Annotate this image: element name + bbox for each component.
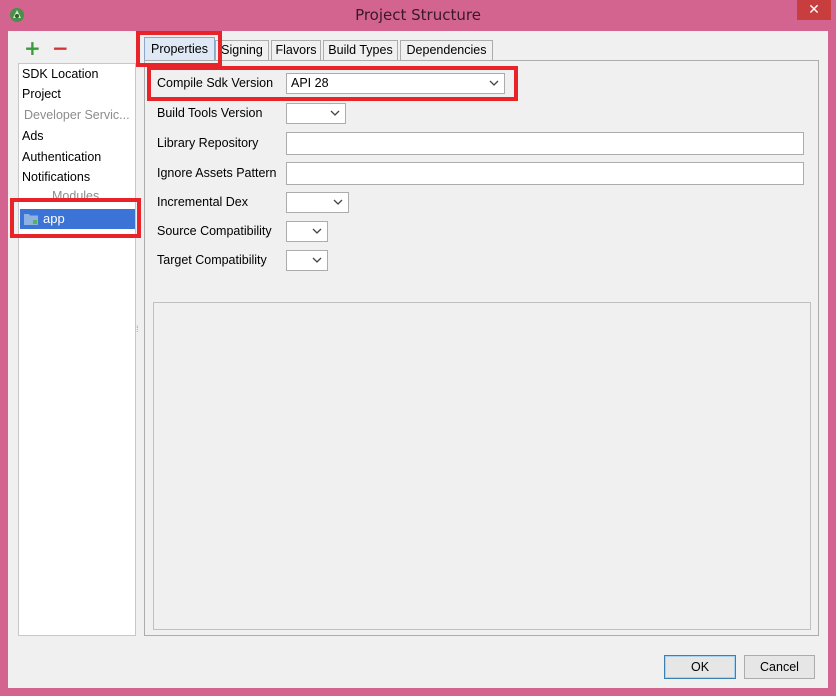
sidebar-item-sdk-location[interactable]: SDK Location — [22, 67, 98, 81]
cancel-button[interactable]: Cancel — [744, 655, 815, 679]
close-button[interactable]: ✕ — [797, 0, 831, 20]
tab-signing[interactable]: Signing — [215, 40, 269, 61]
sidebar-list: SDK Location Project Developer Servic...… — [18, 63, 136, 636]
chevron-down-icon — [333, 199, 343, 205]
sidebar-item-notifications[interactable]: Notifications — [22, 170, 90, 184]
tab-flavors[interactable]: Flavors — [271, 40, 321, 61]
library-repository-label: Library Repository — [157, 136, 259, 150]
ignore-assets-pattern-label: Ignore Assets Pattern — [157, 166, 277, 180]
highlight-box-app-module — [10, 198, 141, 238]
build-tools-version-dropdown[interactable] — [286, 103, 346, 124]
description-panel — [153, 302, 811, 630]
properties-panel: Compile Sdk Version API 28 Build Tools V… — [144, 60, 819, 636]
target-compatibility-dropdown[interactable] — [286, 250, 328, 271]
tab-dependencies[interactable]: Dependencies — [400, 40, 493, 61]
ok-button[interactable]: OK — [664, 655, 736, 679]
sidebar-item-authentication[interactable]: Authentication — [22, 150, 101, 164]
library-repository-field[interactable] — [286, 132, 804, 155]
chevron-down-icon — [312, 257, 322, 263]
chevron-down-icon — [330, 110, 340, 116]
target-compatibility-label: Target Compatibility — [157, 253, 267, 267]
incremental-dex-dropdown[interactable] — [286, 192, 349, 213]
title-bar: Project Structure ✕ — [0, 0, 836, 31]
project-structure-window: Project Structure ✕ + − SDK Location Pro… — [0, 0, 836, 696]
sidebar-header-developer-services: Developer Servic... — [24, 108, 130, 122]
highlight-box-compile-sdk — [147, 66, 518, 101]
dialog-body: + − SDK Location Project Developer Servi… — [8, 31, 828, 688]
incremental-dex-label: Incremental Dex — [157, 195, 249, 209]
remove-icon[interactable]: − — [52, 38, 69, 58]
sidebar-item-project[interactable]: Project — [22, 87, 61, 101]
splitter-handle[interactable]: ⁞ — [136, 325, 140, 343]
build-tools-version-label: Build Tools Version — [157, 106, 263, 120]
highlight-box-properties-tab — [136, 31, 222, 67]
add-icon[interactable]: + — [24, 38, 41, 58]
window-title: Project Structure — [355, 6, 481, 24]
ignore-assets-pattern-field[interactable] — [286, 162, 804, 185]
tab-build-types[interactable]: Build Types — [323, 40, 398, 61]
source-compatibility-label: Source Compatibility — [157, 224, 272, 238]
sidebar-item-ads[interactable]: Ads — [22, 129, 44, 143]
chevron-down-icon — [312, 228, 322, 234]
source-compatibility-dropdown[interactable] — [286, 221, 328, 242]
